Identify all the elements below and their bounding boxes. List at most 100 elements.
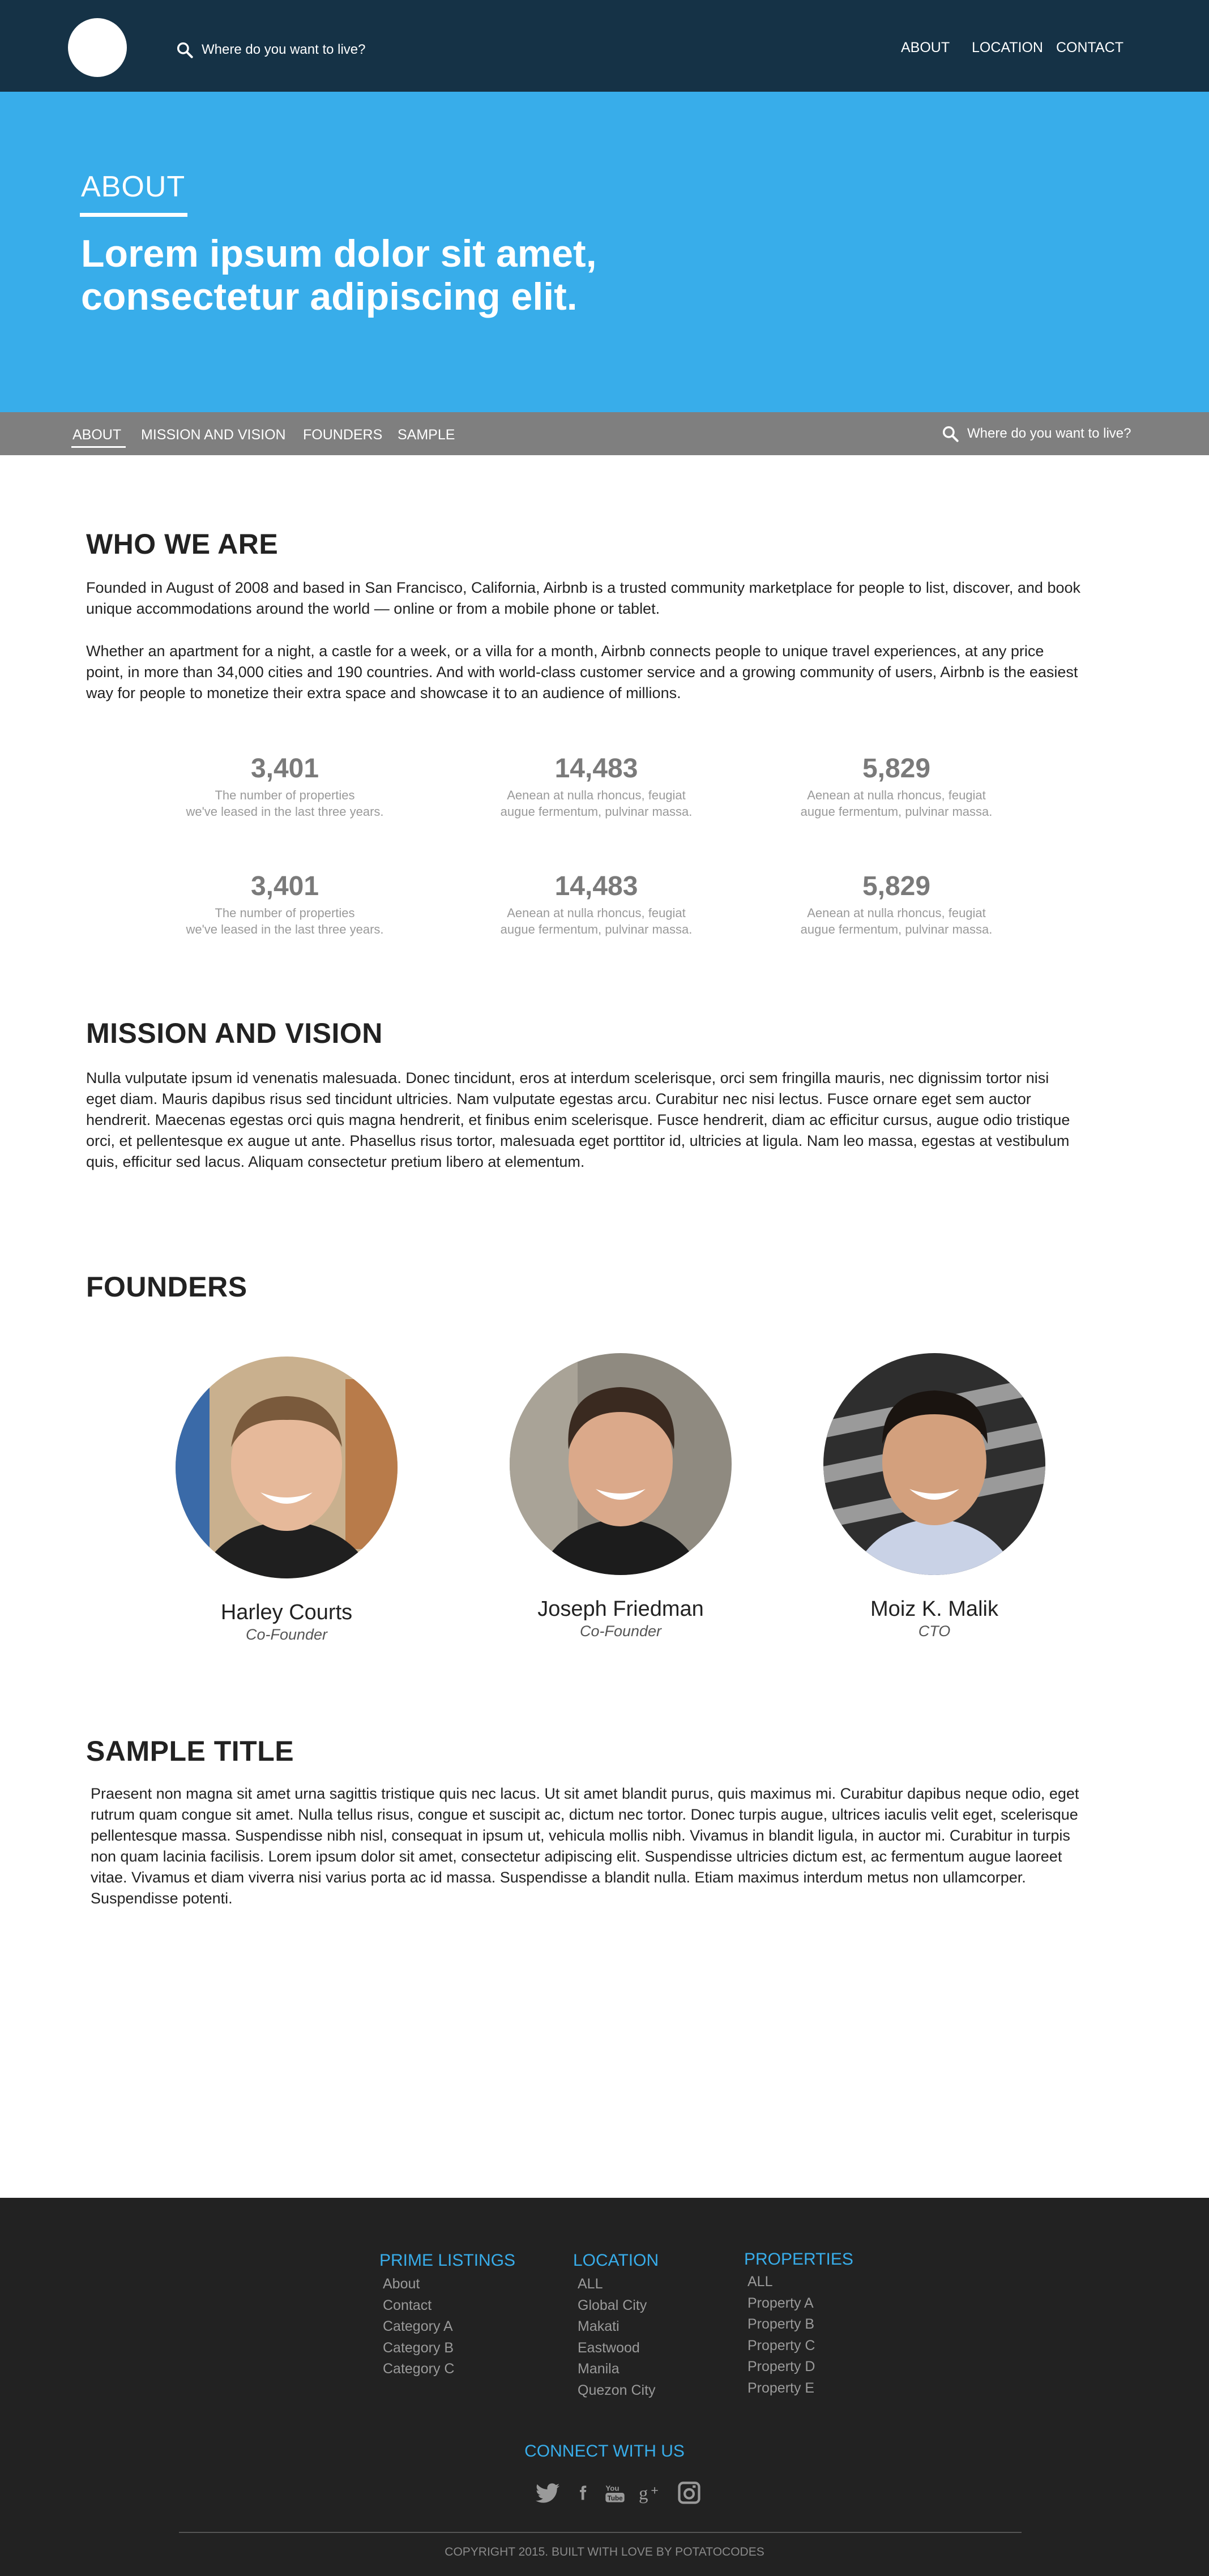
subnav-active-indicator [71, 446, 126, 448]
stat-value: 5,829 [862, 754, 931, 784]
stat-caption: Aenean at nulla rhoncus, feugiat augue f… [749, 905, 1044, 938]
top-search-input[interactable]: Where do you want to live? [202, 42, 366, 58]
footer-link[interactable]: Manila [578, 2359, 659, 2380]
stat-caption-line2: augue fermentum, pulvinar massa. [800, 922, 993, 936]
connect-heading: CONNECT WITH US [524, 2442, 685, 2461]
footer-link[interactable]: Property E [747, 2378, 853, 2399]
mission-title: MISSION AND VISION [86, 1017, 383, 1049]
founder-avatar [176, 1357, 398, 1578]
stat-value: 14,483 [554, 754, 638, 784]
stat-caption-line2: augue fermentum, pulvinar massa. [500, 922, 693, 936]
footer-link[interactable]: Makati [578, 2316, 659, 2338]
who-we-are-paragraph-1: Founded in August of 2008 and based in S… [86, 579, 1081, 617]
topnav-link-about[interactable]: ABOUT [901, 40, 950, 56]
founder-role: Co-Founder [245, 1626, 328, 1643]
sample-title: SAMPLE TITLE [86, 1735, 294, 1767]
stat-caption: The number of properties we've leased in… [138, 905, 432, 938]
subnav-tab-about[interactable]: ABOUT [72, 427, 121, 443]
svg-text:You: You [605, 2484, 619, 2493]
footer-divider [179, 2532, 1022, 2533]
founder-name: Moiz K. Malik [870, 1597, 998, 1621]
footer-link[interactable]: ALL [578, 2274, 659, 2295]
stat-value: 14,483 [554, 871, 638, 901]
footer-link[interactable]: Quezon City [578, 2380, 659, 2402]
founders-title: FOUNDERS [86, 1271, 247, 1303]
stat-block: 3,401 The number of properties we've lea… [138, 753, 432, 820]
footer-link[interactable]: About [383, 2274, 515, 2295]
site-logo[interactable] [68, 18, 127, 77]
mission-paragraph: Nulla vulputate ipsum id venenatis males… [86, 1069, 1070, 1170]
hero-title-line1: Lorem ipsum dolor sit amet, [81, 232, 597, 275]
stat-caption: The number of properties we've leased in… [138, 787, 432, 820]
top-search-bar[interactable]: Where do you want to live? [176, 38, 366, 61]
footer-link[interactable]: Category A [383, 2316, 515, 2338]
stat-caption: Aenean at nulla rhoncus, feugiat augue f… [449, 787, 744, 820]
founder-avatar [823, 1353, 1045, 1575]
subnav-tab-mission[interactable]: MISSION AND VISION [141, 427, 286, 443]
search-icon [177, 42, 193, 58]
social-links: You Tube g + [533, 2479, 703, 2507]
instagram-icon[interactable] [677, 2480, 701, 2506]
footer-link[interactable]: ALL [747, 2271, 853, 2293]
founder-role: CTO [918, 1623, 951, 1640]
stat-caption-line1: Aenean at nulla rhoncus, feugiat [507, 788, 686, 802]
footer-heading: PROPERTIES [744, 2250, 853, 2269]
topnav-link-location[interactable]: LOCATION [972, 40, 1043, 56]
stat-caption-line1: The number of properties [215, 788, 355, 802]
footer-column-location: LOCATION ALL Global City Makati Eastwood… [573, 2251, 659, 2401]
stat-value: 3,401 [250, 871, 319, 901]
founder-card: Moiz K. Malik CTO [804, 1353, 1065, 1641]
stat-caption-line2: augue fermentum, pulvinar massa. [800, 805, 993, 819]
founder-card: Harley Courts Co-Founder [156, 1357, 417, 1644]
footer-link[interactable]: Property D [747, 2356, 853, 2378]
footer-column-prime-listings: PRIME LISTINGS About Contact Category A … [379, 2251, 515, 2380]
youtube-icon[interactable]: You Tube [604, 2480, 626, 2506]
topnav-link-contact[interactable]: CONTACT [1056, 40, 1123, 56]
stat-caption-line1: The number of properties [215, 906, 355, 920]
founder-name: Joseph Friedman [537, 1597, 704, 1621]
stat-block: 3,401 The number of properties we've lea… [138, 871, 432, 938]
footer-link[interactable]: Property A [747, 2293, 853, 2314]
footer-heading: PRIME LISTINGS [379, 2251, 516, 2270]
stat-caption-line1: Aenean at nulla rhoncus, feugiat [807, 788, 986, 802]
founder-role: Co-Founder [579, 1623, 662, 1640]
svg-text:Tube: Tube [608, 2494, 623, 2502]
subnav-search-input[interactable]: Where do you want to live? [967, 426, 1131, 442]
stat-value: 3,401 [250, 754, 319, 784]
hero-underline [80, 213, 187, 217]
footer-link[interactable]: Property B [747, 2314, 853, 2335]
stat-caption-line1: Aenean at nulla rhoncus, feugiat [807, 906, 986, 920]
hero-kicker: ABOUT [81, 170, 186, 203]
sample-paragraph: Praesent non magna sit amet urna sagitti… [91, 1785, 1079, 1907]
footer-link[interactable]: Property C [747, 2335, 853, 2357]
subnav-tab-sample[interactable]: SAMPLE [398, 427, 455, 443]
footer-link[interactable]: Global City [578, 2295, 659, 2317]
google-plus-icon[interactable]: g + [639, 2480, 665, 2506]
founder-avatar [510, 1353, 732, 1575]
footer-heading: LOCATION [573, 2251, 659, 2270]
subnav-tab-founders[interactable]: FOUNDERS [303, 427, 382, 443]
facebook-icon[interactable] [574, 2480, 591, 2506]
stat-block: 5,829 Aenean at nulla rhoncus, feugiat a… [749, 871, 1044, 938]
footer-column-properties: PROPERTIES ALL Property A Property B Pro… [744, 2250, 853, 2399]
twitter-icon[interactable] [533, 2480, 562, 2506]
stat-caption-line1: Aenean at nulla rhoncus, feugiat [507, 906, 686, 920]
subnav-search-bar[interactable]: Where do you want to live? [941, 423, 1131, 444]
footer-link[interactable]: Eastwood [578, 2338, 659, 2359]
founder-photo-moiz [823, 1353, 1045, 1575]
svg-text:+: + [651, 2483, 658, 2497]
copyright-text: COPYRIGHT 2015. BUILT WITH LOVE BY POTAT… [445, 2545, 764, 2558]
svg-text:g: g [639, 2484, 648, 2504]
footer-link[interactable]: Category C [383, 2359, 515, 2380]
founder-photo-harley [176, 1357, 398, 1578]
who-we-are-paragraph-2: Whether an apartment for a night, a cast… [86, 643, 1078, 701]
stat-block: 14,483 Aenean at nulla rhoncus, feugiat … [449, 871, 744, 938]
footer-link[interactable]: Category B [383, 2338, 515, 2359]
stat-caption-line2: augue fermentum, pulvinar massa. [500, 805, 693, 819]
stat-caption: Aenean at nulla rhoncus, feugiat augue f… [749, 787, 1044, 820]
stat-caption: Aenean at nulla rhoncus, feugiat augue f… [449, 905, 744, 938]
stat-block: 5,829 Aenean at nulla rhoncus, feugiat a… [749, 753, 1044, 820]
stat-block: 14,483 Aenean at nulla rhoncus, feugiat … [449, 753, 744, 820]
hero-title-line2: consectetur adipiscing elit. [81, 275, 578, 318]
footer-link[interactable]: Contact [383, 2295, 515, 2317]
